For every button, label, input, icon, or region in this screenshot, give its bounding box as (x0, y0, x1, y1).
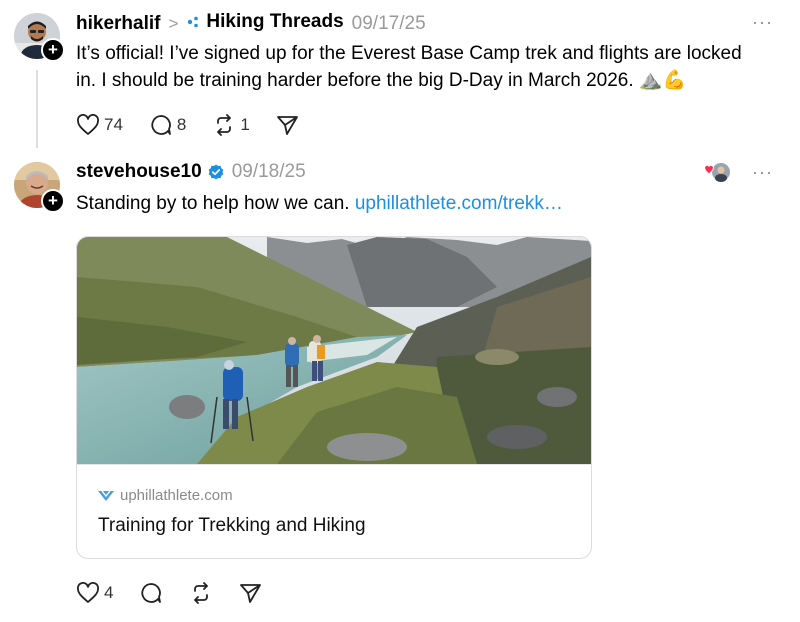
chevron-right-icon: > (168, 14, 179, 33)
comment-count: 8 (176, 115, 187, 134)
username[interactable]: hikerhalif (76, 13, 160, 35)
post-text-line: It’s official! I’ve signed up for the Ev… (76, 43, 742, 64)
heart-icon (77, 582, 99, 603)
repost-count: 1 (240, 115, 250, 134)
post-date: 09/18/25 (231, 161, 306, 182)
post-hikerhalif: + hikerhalif > Hiking Threads 09/17/25 ·… (0, 0, 800, 150)
thread-line (36, 70, 38, 148)
post-link[interactable]: uphillathlete.com/trekk… (355, 193, 563, 214)
community-dots-icon (188, 16, 199, 28)
more-options-icon[interactable]: ··· (752, 12, 773, 33)
post-stevehouse10: + stevehouse10 09/18/25 ··· Standing by … (0, 150, 800, 622)
link-preview-card[interactable]: uphillathlete.com Training for Trekking … (76, 236, 592, 559)
action-bar: 74 8 1 (76, 114, 300, 136)
heart-icon (77, 114, 99, 135)
username[interactable]: stevehouse10 (76, 161, 202, 183)
share-button[interactable] (276, 114, 300, 136)
post-date: 09/17/25 (351, 13, 426, 34)
like-button[interactable]: 4 (76, 582, 113, 604)
link-preview-meta: uphillathlete.com Training for Trekking … (77, 464, 591, 558)
repost-button[interactable] (189, 582, 213, 604)
site-favicon-icon (98, 490, 114, 501)
post-header: hikerhalif > Hiking Threads 09/17/25 (76, 11, 426, 35)
verified-badge-icon (208, 164, 223, 180)
post-text: Standing by to help how we can. uphillat… (76, 190, 563, 217)
community-link[interactable]: Hiking Threads (186, 11, 344, 33)
post-text: It’s official! I’ve signed up for the Ev… (76, 40, 791, 94)
like-button[interactable]: 74 (76, 114, 123, 136)
post-header: stevehouse10 09/18/25 (76, 161, 306, 183)
link-domain-row: uphillathlete.com (98, 487, 233, 504)
comment-button[interactable]: 8 (149, 114, 186, 136)
preview-image (77, 237, 591, 464)
follow-button[interactable]: + (41, 189, 65, 213)
post-text-line: in. I should be training harder before t… (76, 70, 687, 91)
like-count: 74 (104, 115, 123, 134)
share-icon (240, 584, 262, 603)
repost-button[interactable]: 1 (212, 114, 250, 136)
share-icon (276, 116, 298, 135)
repost-icon (217, 114, 232, 136)
like-count: 4 (104, 583, 114, 602)
link-domain: uphillathlete.com (120, 487, 233, 504)
comment-icon (151, 115, 171, 135)
link-title: Training for Trekking and Hiking (98, 515, 366, 536)
community-name: Hiking Threads (206, 11, 344, 32)
comment-icon (141, 583, 162, 603)
follow-button[interactable]: + (41, 38, 65, 62)
liked-by-avatar[interactable] (703, 161, 732, 183)
post-text-body: Standing by to help how we can. (76, 193, 350, 214)
action-bar: 4 (76, 582, 263, 604)
share-button[interactable] (239, 582, 263, 604)
repost-icon (194, 582, 209, 604)
more-options-icon[interactable]: ··· (752, 162, 773, 183)
comment-button[interactable] (139, 582, 163, 604)
